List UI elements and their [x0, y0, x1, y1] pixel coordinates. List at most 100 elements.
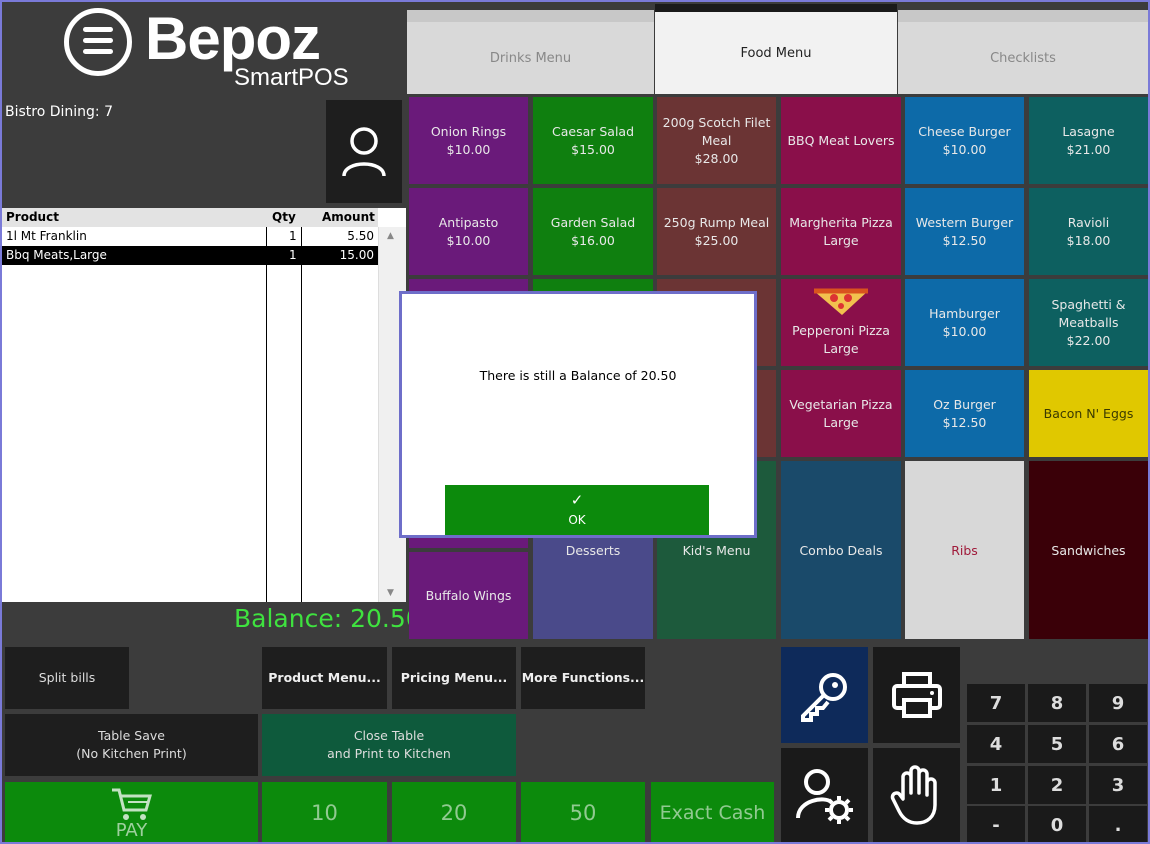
category-label: Combo Deals [799, 542, 883, 558]
product-price: $12.50 [942, 232, 987, 248]
product-price: Large [823, 341, 859, 356]
product-tile[interactable]: Cheese Burger $10.00 [905, 97, 1024, 184]
product-price: $10.00 [446, 232, 491, 248]
product-price: $10.00 [942, 323, 987, 339]
product-tile[interactable]: Caesar Salad $15.00 [533, 97, 653, 184]
product-tile[interactable]: Pepperoni Pizza Large [781, 279, 901, 366]
category-combo-deals[interactable]: Combo Deals [781, 461, 901, 639]
table-save-button[interactable]: Table Save (No Kitchen Print) [5, 714, 258, 776]
product-tile[interactable]: Garden Salad $16.00 [533, 188, 653, 275]
product-price: $21.00 [1066, 141, 1111, 157]
brand-sub: SmartPOS [234, 64, 349, 91]
pricing-menu-button[interactable]: Pricing Menu... [392, 647, 516, 709]
menu-tabs: Drinks Menu Food Menu Checklists [407, 2, 1148, 94]
tab-checklists[interactable]: Checklists [898, 10, 1148, 94]
keypad-key[interactable]: 1 [967, 766, 1025, 804]
header-product: Product [6, 210, 59, 224]
ok-button[interactable]: ✓ OK [445, 485, 709, 535]
dialog-message: There is still a Balance of 20.50 [479, 368, 677, 383]
order-row-product: Bbq Meats,Large [6, 248, 107, 262]
close-table-button[interactable]: Close Table and Print to Kitchen [262, 714, 516, 776]
product-tile[interactable]: Margherita Pizza Large [781, 188, 901, 275]
product-tile[interactable]: Onion Rings $10.00 [409, 97, 528, 184]
cash-20-button[interactable]: 20 [392, 782, 516, 844]
order-row-amount: 15.00 [339, 248, 374, 262]
column-divider [266, 227, 267, 602]
product-name: Cheese Burger [918, 123, 1011, 139]
product-price: $28.00 [694, 150, 739, 166]
product-tile[interactable]: 250g Rump Meal $25.00 [657, 188, 776, 275]
product-tile[interactable]: Hamburger $10.00 [905, 279, 1024, 366]
table-save-label: Table Save [98, 728, 165, 743]
product-tile[interactable]: Bacon N' Eggs [1029, 370, 1148, 457]
customer-button[interactable] [326, 100, 402, 203]
security-key-button[interactable] [781, 647, 868, 743]
user-settings-icon [795, 769, 853, 824]
key-icon [800, 673, 847, 722]
split-bills-button[interactable]: Split bills [5, 647, 129, 709]
scroll-up-icon[interactable]: ▲ [387, 231, 394, 241]
pay-button[interactable]: PAY [5, 782, 258, 844]
keypad-key[interactable]: 8 [1028, 684, 1086, 722]
category-label: Sandwiches [1051, 542, 1126, 558]
keypad-key[interactable]: . [1089, 806, 1147, 844]
close-table-label: Close Table [353, 728, 425, 743]
product-price: $10.00 [942, 141, 987, 157]
pizza-icon [812, 287, 870, 322]
keypad-key[interactable]: 9 [1089, 684, 1147, 722]
keypad-key[interactable]: 6 [1089, 725, 1147, 763]
product-name: Antipasto [438, 214, 499, 230]
product-tile[interactable]: Antipasto $10.00 [409, 188, 528, 275]
keypad-key[interactable]: 4 [967, 725, 1025, 763]
keypad-key[interactable]: 0 [1028, 806, 1086, 844]
keypad-key[interactable]: 2 [1028, 766, 1086, 804]
hold-button[interactable] [873, 748, 960, 844]
product-tile[interactable]: BBQ Meat Lovers [781, 97, 901, 184]
cash-10-label: 10 [311, 801, 338, 825]
product-menu-button[interactable]: Product Menu... [262, 647, 387, 709]
order-row-selected[interactable]: Bbq Meats,Large 1 15.00 [2, 246, 378, 265]
category-ribs[interactable]: Ribs [905, 461, 1024, 639]
table-label: Bistro Dining: 7 [5, 104, 114, 120]
cash-10-button[interactable]: 10 [262, 782, 387, 844]
scroll-down-icon[interactable]: ▼ [387, 588, 394, 598]
product-tile[interactable]: Vegetarian Pizza Large [781, 370, 901, 457]
keypad-key[interactable]: 7 [967, 684, 1025, 722]
keypad-key[interactable]: - [967, 806, 1025, 844]
category-label: Ribs [951, 542, 978, 558]
cash-50-button[interactable]: 50 [521, 782, 645, 844]
menu-icon[interactable] [64, 8, 132, 76]
product-name: Oz Burger [933, 396, 996, 412]
category-sandwiches[interactable]: Sandwiches [1029, 461, 1148, 639]
user-settings-button[interactable] [781, 748, 868, 844]
more-functions-button[interactable]: More Functions... [521, 647, 645, 709]
table-save-sublabel: (No Kitchen Print) [76, 746, 187, 761]
product-price: $12.50 [942, 414, 987, 430]
product-tile[interactable]: Lasagne $21.00 [1029, 97, 1148, 184]
product-tile[interactable]: Ravioli $18.00 [1029, 188, 1148, 275]
exact-cash-label: Exact Cash [659, 802, 766, 824]
order-row-qty: 1 [289, 248, 297, 262]
product-name: Western Burger [915, 214, 1014, 230]
tab-drinks-menu[interactable]: Drinks Menu [407, 10, 654, 94]
close-table-sublabel: and Print to Kitchen [327, 746, 451, 761]
product-price: $25.00 [694, 232, 739, 248]
product-price: Large [823, 414, 859, 430]
keypad-key[interactable]: 5 [1028, 725, 1086, 763]
exact-cash-button[interactable]: Exact Cash [651, 782, 774, 844]
category-buffalo-wings[interactable]: Buffalo Wings [409, 552, 528, 639]
balance-display: Balance: 20.50 [234, 604, 422, 633]
header-qty: Qty [272, 210, 296, 224]
keypad-key[interactable]: 3 [1089, 766, 1147, 804]
print-button[interactable] [873, 647, 960, 743]
column-divider [301, 227, 302, 602]
product-tile[interactable]: 200g Scotch Filet Meal $28.00 [657, 97, 776, 184]
order-row[interactable]: 1l Mt Franklin 1 5.50 [2, 227, 378, 246]
tab-food-menu[interactable]: Food Menu [655, 4, 897, 94]
check-icon: ✓ [570, 491, 584, 509]
cash-20-label: 20 [440, 801, 468, 825]
product-tile[interactable]: Oz Burger $12.50 [905, 370, 1024, 457]
product-price: $22.00 [1066, 332, 1111, 348]
product-tile[interactable]: Western Burger $12.50 [905, 188, 1024, 275]
product-tile[interactable]: Spaghetti & Meatballs $22.00 [1029, 279, 1148, 366]
